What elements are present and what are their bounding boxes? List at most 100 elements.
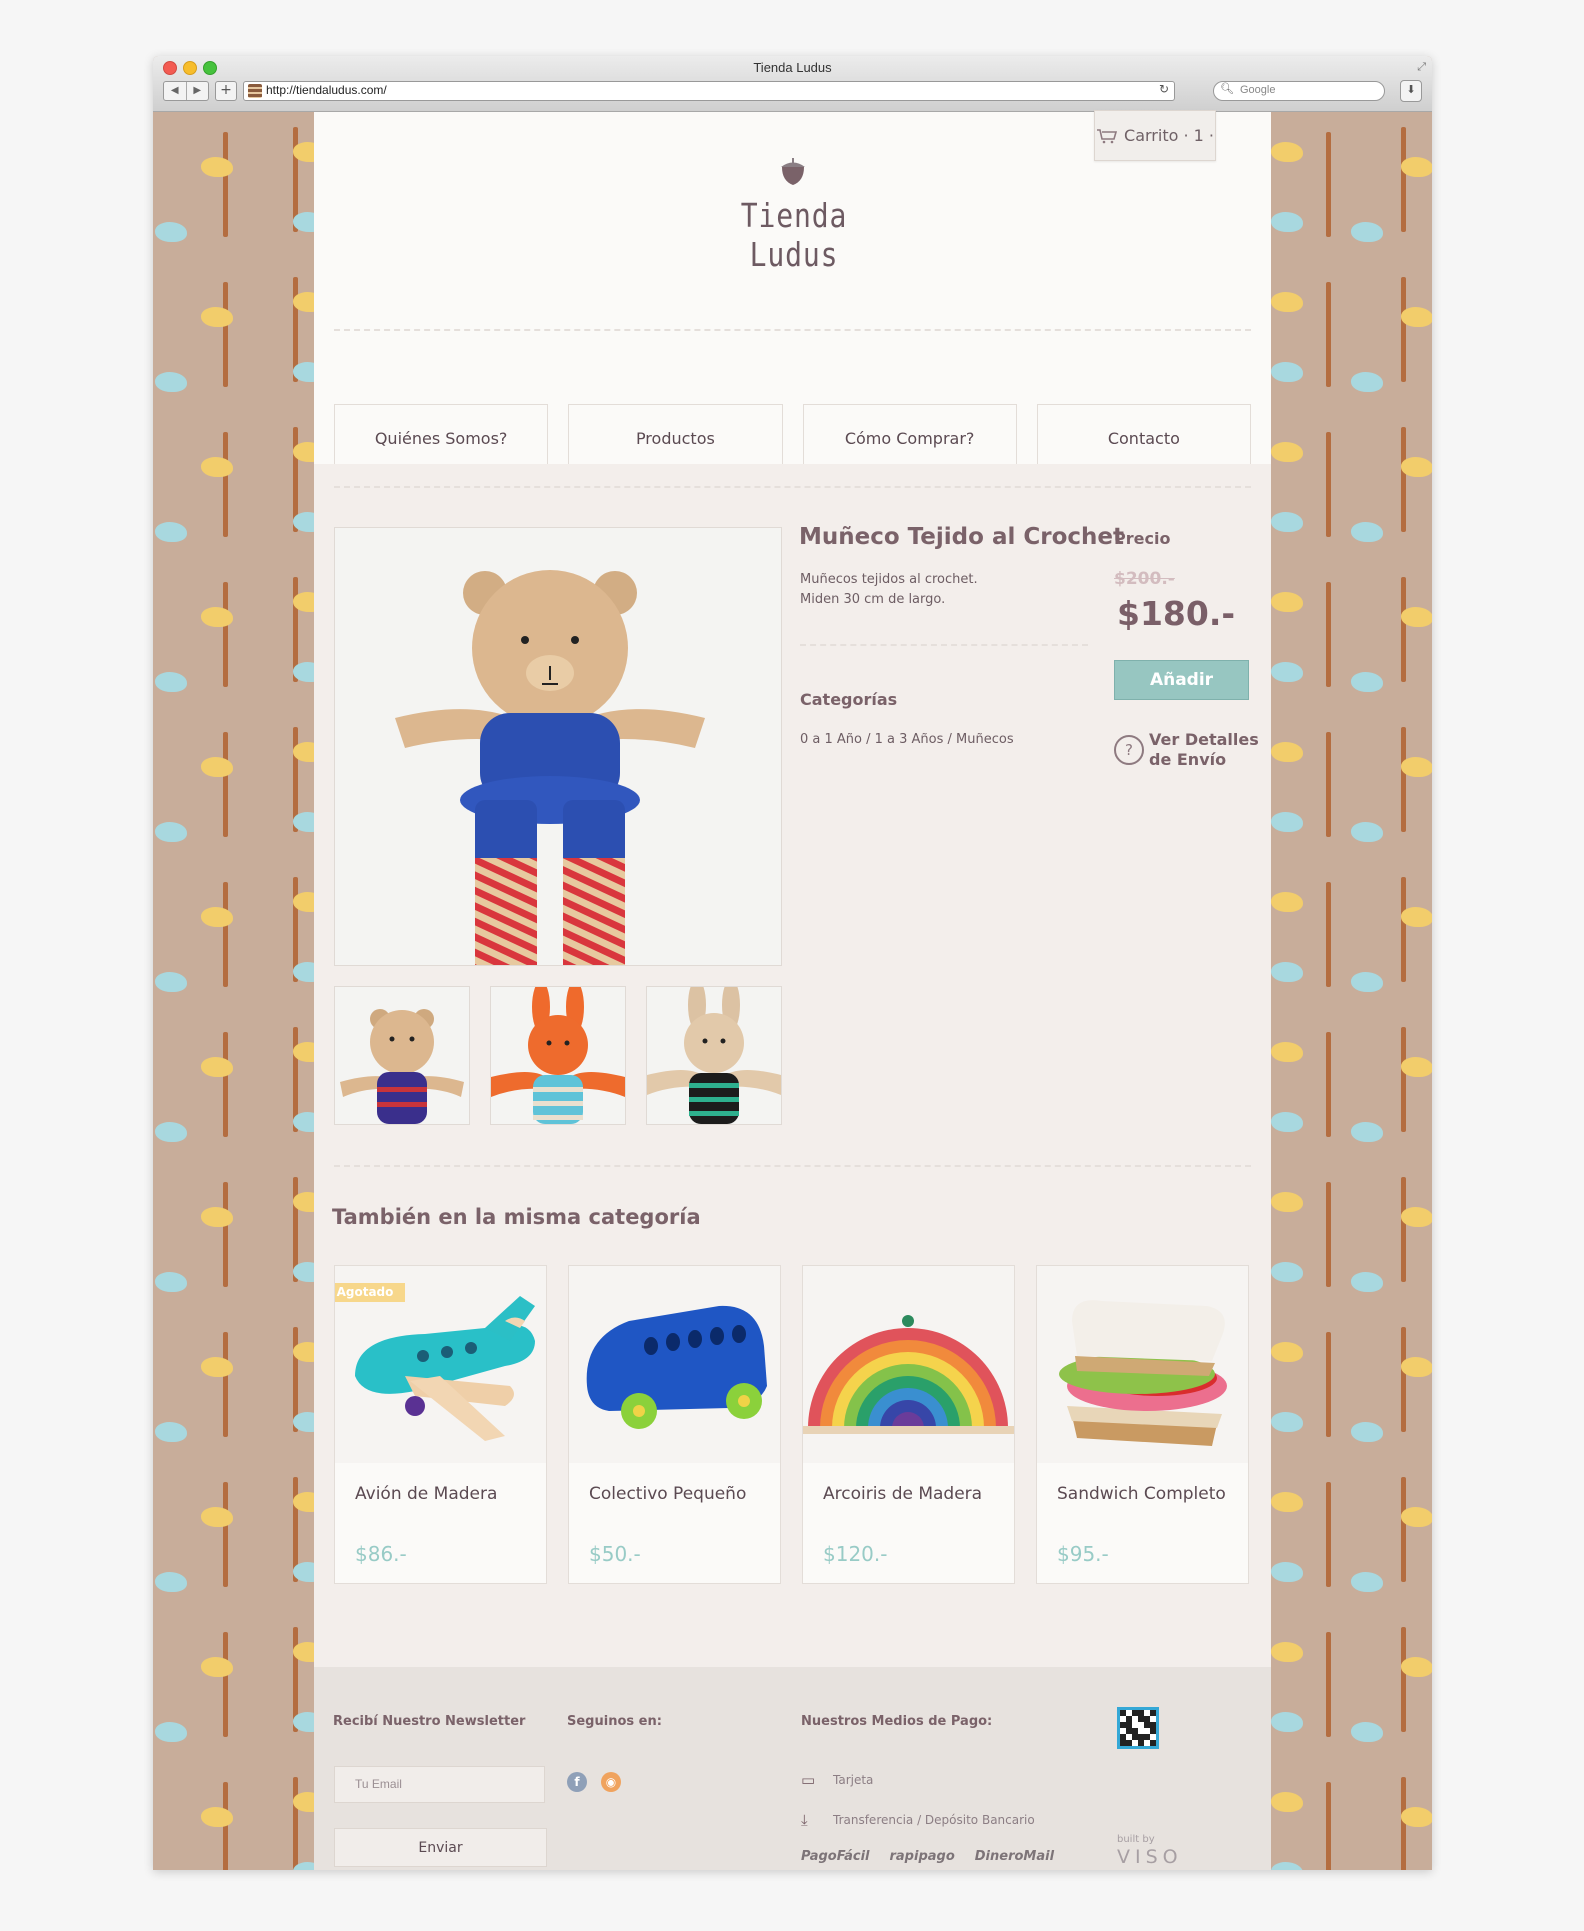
tree-trunk: [1401, 1027, 1406, 1132]
product-thumbnail-3[interactable]: [646, 986, 782, 1125]
yellow-bird-icon: [1401, 157, 1432, 177]
search-field[interactable]: 🔍︎ Google: [1213, 81, 1385, 101]
related-image: [569, 1266, 780, 1463]
blue-bird-icon: [1351, 1572, 1383, 1592]
dineromail-logo: DineroMail: [974, 1849, 1055, 1864]
blue-bird-icon: [1351, 672, 1383, 692]
forward-button[interactable]: ▶: [185, 82, 209, 100]
related-card-colectivo[interactable]: Colectivo Pequeño $50.-: [568, 1265, 781, 1584]
tree-trunk: [1401, 427, 1406, 532]
downloads-icon[interactable]: ⬇: [1400, 80, 1422, 102]
product-thumbnail-1[interactable]: [334, 986, 470, 1125]
new-tab-button[interactable]: +: [215, 81, 237, 101]
fullscreen-icon[interactable]: ⤢: [1417, 60, 1426, 74]
tree-trunk: [1401, 1627, 1406, 1732]
categories-links[interactable]: 0 a 1 Año / 1 a 3 Años / Muñecos: [800, 732, 1014, 747]
qr-data-fiscal-icon[interactable]: [1117, 1707, 1159, 1749]
yellow-bird-icon: [1271, 892, 1303, 912]
blue-bird-icon: [1271, 1262, 1303, 1282]
url-text: http://tiendaludus.com/: [266, 83, 387, 97]
yellow-bird-icon: [1401, 757, 1432, 777]
blue-bird-icon: [155, 222, 187, 242]
related-card-sandwich[interactable]: Sandwich Completo $95.-: [1036, 1265, 1249, 1584]
yellow-bird-icon: [201, 1057, 233, 1077]
builder-link[interactable]: VISO: [1117, 1846, 1183, 1868]
tree-trunk: [1401, 277, 1406, 382]
blue-bird-icon: [155, 822, 187, 842]
shipping-details-link[interactable]: Ver Detalles de Envío: [1149, 730, 1259, 770]
blue-bird-icon: [1271, 662, 1303, 682]
acorn-logo-icon[interactable]: [778, 156, 808, 186]
site-logo[interactable]: Tienda Ludus: [709, 196, 879, 274]
yellow-bird-icon: [1401, 1507, 1432, 1527]
follow-heading: Seguinos en:: [567, 1714, 662, 1729]
yellow-bird-icon: [201, 1507, 233, 1527]
newsletter-email-input[interactable]: Tu Email: [334, 1766, 545, 1803]
transfer-icon: ⤓: [801, 1811, 808, 1829]
yellow-bird-icon: [1401, 1207, 1432, 1227]
help-icon[interactable]: ?: [1114, 735, 1144, 765]
blue-bird-icon: [1271, 1112, 1303, 1132]
payment-card-label: Tarjeta: [833, 1773, 874, 1787]
tree-trunk: [1326, 432, 1331, 537]
yellow-bird-icon: [1271, 1492, 1303, 1512]
tree-trunk: [1326, 1632, 1331, 1737]
yellow-bird-icon: [1401, 457, 1432, 477]
yellow-bird-icon: [1271, 142, 1303, 162]
nav-productos[interactable]: Productos: [568, 404, 783, 464]
orange-bunny-thumbnail-image: [491, 987, 625, 1124]
tree-trunk: [293, 1777, 298, 1870]
yellow-bird-icon: [1271, 1342, 1303, 1362]
related-name: Arcoiris de Madera: [823, 1484, 983, 1504]
tree-trunk: [223, 732, 228, 837]
newsletter-heading: Recibí Nuestro Newsletter: [333, 1714, 526, 1729]
yellow-bird-icon: [1271, 442, 1303, 462]
newsletter-send-button[interactable]: Enviar: [334, 1828, 547, 1867]
browser-window: Tienda Ludus ⤢ ◀ ▶ + http://tiendaludus.…: [153, 56, 1432, 1870]
reload-icon[interactable]: ↻: [1159, 82, 1169, 96]
related-price: $50.-: [589, 1542, 641, 1566]
cart-button[interactable]: Carrito · 1 ·: [1094, 110, 1216, 161]
info-divider: [800, 644, 1088, 646]
tree-trunk: [1326, 582, 1331, 687]
yellow-bird-icon: [201, 307, 233, 327]
yellow-bird-icon: [1401, 907, 1432, 927]
rss-icon[interactable]: ◉: [601, 1772, 621, 1792]
related-card-avion[interactable]: Agotado Avión de Madera $86.-: [334, 1265, 547, 1584]
product-main-image[interactable]: [334, 527, 782, 966]
blue-bird-icon: [1271, 812, 1303, 832]
payment-transfer-label: Transferencia / Depósito Bancario: [833, 1813, 1035, 1827]
blue-bird-icon: [1351, 222, 1383, 242]
product-thumbnail-2[interactable]: [490, 986, 626, 1125]
tree-trunk: [1401, 1177, 1406, 1282]
add-to-cart-button[interactable]: Añadir: [1114, 660, 1249, 700]
tree-trunk: [1326, 882, 1331, 987]
yellow-bird-icon: [1401, 1657, 1432, 1677]
related-price: $95.-: [1057, 1542, 1109, 1566]
yellow-bird-icon: [201, 607, 233, 627]
tree-trunk: [1326, 282, 1331, 387]
yellow-bird-icon: [1271, 592, 1303, 612]
cart-icon: [1097, 128, 1118, 143]
blue-bird-icon: [155, 1572, 187, 1592]
blue-bird-icon: [1351, 1422, 1383, 1442]
address-bar[interactable]: http://tiendaludus.com/ ↻: [243, 81, 1175, 101]
related-heading: También en la misma categoría: [332, 1205, 701, 1229]
crochet-bear-image: [335, 528, 781, 965]
yellow-bird-icon: [201, 757, 233, 777]
tree-trunk: [223, 1632, 228, 1737]
product-description-line-2: Miden 30 cm de largo.: [800, 592, 946, 607]
felt-sandwich-image: [1037, 1266, 1248, 1463]
nav-contacto[interactable]: Contacto: [1036, 404, 1251, 464]
related-card-arcoiris[interactable]: Arcoiris de Madera $120.-: [802, 1265, 1015, 1584]
facebook-icon[interactable]: f: [567, 1772, 587, 1792]
tree-trunk: [1401, 877, 1406, 982]
nav-como-comprar[interactable]: Cómo Comprar?: [802, 404, 1017, 464]
product-description-line-1: Muñecos tejidos al crochet.: [800, 572, 978, 587]
blue-bird-icon: [1351, 372, 1383, 392]
nav-quienes-somos[interactable]: Quiénes Somos?: [334, 404, 549, 464]
categories-heading: Categorías: [800, 690, 898, 709]
yellow-bird-icon: [201, 1207, 233, 1227]
back-button[interactable]: ◀: [164, 82, 186, 100]
related-name: Colectivo Pequeño: [589, 1484, 747, 1504]
